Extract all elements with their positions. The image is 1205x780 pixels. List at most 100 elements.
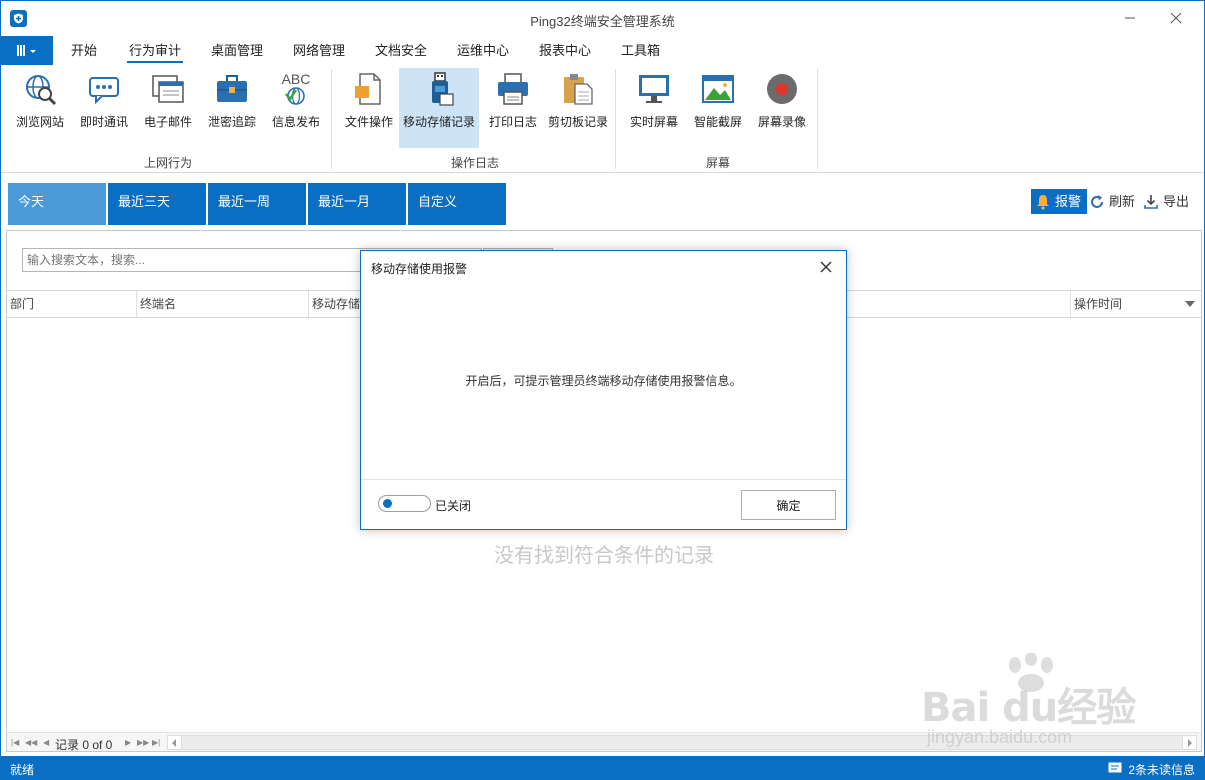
download-icon <box>1144 195 1158 209</box>
date-filter-last-3-days[interactable]: 最近三天 <box>108 183 206 225</box>
storage-alarm-dialog: 移动存储使用报警 开启后，可提示管理员终端移动存储使用报警信息。 已关闭 确定 <box>360 250 847 530</box>
watermark-url: jingyan.baidu.com <box>927 727 1073 747</box>
screen-recording-label: 屏幕录像 <box>757 115 806 129</box>
toggle-knob <box>383 499 392 508</box>
column-operation-time[interactable]: 操作时间 <box>1071 291 1201 317</box>
group-label-web-behavior: 上网行为 <box>143 156 192 170</box>
date-filter-last-month[interactable]: 最近一月 <box>308 183 406 225</box>
info-publish-label: 信息发布 <box>271 115 320 129</box>
watermark-brand: Bai du经验 <box>921 685 1136 731</box>
date-filter-custom[interactable]: 自定义 <box>408 183 506 225</box>
status-text: 就绪 <box>10 763 35 777</box>
unread-messages-label: 2条未读信息 <box>1128 763 1195 777</box>
record-count: 记录 0 of 0 <box>55 738 113 752</box>
email-label: 电子邮件 <box>143 115 192 129</box>
screen-recording-button[interactable]: 屏幕录像 <box>751 68 813 148</box>
toggle-state-label: 已关闭 <box>435 499 472 513</box>
ribbon-separator <box>615 69 616 169</box>
refresh-icon <box>1091 195 1103 208</box>
last-page-icon[interactable]: ▶| <box>152 738 160 747</box>
first-page-icon[interactable]: |◀ <box>11 738 19 747</box>
record-icon <box>767 74 797 104</box>
dialog-close-button[interactable] <box>818 259 834 275</box>
removable-storage-record-button[interactable]: 移动存储记录 <box>399 68 479 148</box>
scroll-left-icon[interactable] <box>168 736 182 749</box>
tab-report-center[interactable]: 报表中心 <box>539 36 591 65</box>
email-button[interactable]: 电子邮件 <box>137 68 199 148</box>
tab-toolbox[interactable]: 工具箱 <box>621 36 660 65</box>
group-label-operation-log: 操作日志 <box>450 156 499 170</box>
instant-messaging-label: 即时通讯 <box>79 115 128 129</box>
file-icon <box>355 73 381 105</box>
browse-website-label: 浏览网站 <box>15 115 64 129</box>
date-filter-last-week[interactable]: 最近一周 <box>208 183 306 225</box>
date-filter-today[interactable]: 今天 <box>8 183 106 225</box>
next-page-icon[interactable]: ▶ <box>125 738 131 747</box>
file-operation-label: 文件操作 <box>344 115 393 129</box>
smart-screenshot-button[interactable]: 智能截屏 <box>687 68 749 148</box>
app-window: Ping32终端安全管理系统 开始 行为审计 桌面管理 网络管理 文档安全 运维… <box>0 0 1205 780</box>
clipboard-icon <box>564 74 593 105</box>
email-window-icon <box>152 75 184 103</box>
alarm-toggle-switch[interactable] <box>378 495 431 512</box>
window-title: Ping32终端安全管理系统 <box>530 14 675 29</box>
dialog-message: 开启后，可提示管理员终端移动存储使用报警信息。 <box>465 374 742 388</box>
empty-records-message: 没有找到符合条件的记录 <box>494 545 714 567</box>
main-menu-button[interactable] <box>1 36 53 65</box>
chat-bubble-icon <box>89 77 119 105</box>
prev-group-icon[interactable]: ◀◀ <box>25 738 37 747</box>
briefcase-icon <box>217 75 247 102</box>
leak-tracking-label: 泄密追踪 <box>207 115 256 129</box>
refresh-button[interactable]: 刷新 <box>1089 189 1135 214</box>
column-department[interactable]: 部门 <box>7 291 137 317</box>
prev-page-icon[interactable]: ◀ <box>43 738 49 747</box>
menu-bar: 开始 行为审计 桌面管理 网络管理 文档安全 运维中心 报表中心 工具箱 <box>1 36 1204 65</box>
instant-messaging-button[interactable]: 即时通讯 <box>73 68 135 148</box>
column-operation-time-label: 操作时间 <box>1074 297 1123 311</box>
title-bar: Ping32终端安全管理系统 <box>1 1 1204 36</box>
column-terminal-name[interactable]: 终端名 <box>137 291 309 317</box>
tab-ops-center[interactable]: 运维中心 <box>457 36 509 65</box>
alarm-label: 报警 <box>1055 194 1082 209</box>
abc-glyph: ABC <box>281 71 311 87</box>
status-bar: 就绪 2条未读信息 <box>1 756 1204 780</box>
live-screen-label: 实时屏幕 <box>629 115 678 129</box>
file-operation-button[interactable]: 文件操作 <box>339 68 399 148</box>
clipboard-record-button[interactable]: 剪切板记录 <box>545 68 611 148</box>
alarm-button[interactable]: 报警 <box>1031 189 1088 214</box>
next-group-icon[interactable]: ▶▶ <box>137 738 149 747</box>
print-log-label: 打印日志 <box>488 115 537 129</box>
globe-search-icon <box>26 75 57 106</box>
dialog-title: 移动存储使用报警 <box>371 262 468 276</box>
tab-document-security[interactable]: 文档安全 <box>375 36 427 65</box>
sort-dropdown-icon[interactable] <box>1185 301 1195 307</box>
smart-screenshot-label: 智能截屏 <box>693 115 742 129</box>
tab-behavior-audit[interactable]: 行为审计 <box>126 36 184 65</box>
clipboard-record-label: 剪切板记录 <box>547 115 608 129</box>
tab-desktop-management[interactable]: 桌面管理 <box>211 36 263 65</box>
group-label-screen: 屏幕 <box>705 156 730 170</box>
scroll-right-icon[interactable] <box>1182 736 1196 749</box>
image-landscape-icon <box>702 75 734 103</box>
tab-network-management[interactable]: 网络管理 <box>293 36 345 65</box>
minimize-button[interactable] <box>1118 7 1142 29</box>
close-window-button[interactable] <box>1164 7 1188 29</box>
print-log-button[interactable]: 打印日志 <box>483 68 543 148</box>
export-button[interactable]: 导出 <box>1143 189 1189 214</box>
info-publish-button[interactable]: ABC 信息发布 <box>265 68 327 148</box>
baidu-watermark: Bai du经验 jingyan.baidu.com <box>921 653 1181 753</box>
confirm-button[interactable]: 确定 <box>741 490 836 520</box>
export-label: 导出 <box>1163 194 1190 209</box>
tab-start[interactable]: 开始 <box>71 36 97 65</box>
live-screen-button[interactable]: 实时屏幕 <box>623 68 685 148</box>
usb-drive-icon <box>432 72 454 106</box>
removable-storage-record-label: 移动存储记录 <box>402 115 475 129</box>
leak-tracking-button[interactable]: 泄密追踪 <box>201 68 263 148</box>
unread-messages[interactable]: 2条未读信息 <box>1108 761 1195 778</box>
monitor-icon <box>639 75 669 103</box>
ribbon-separator <box>817 69 818 169</box>
ribbon: 浏览网站 即时通讯 电子邮件 泄密追踪 ABC 信息发布 上网行为 文件操作 移… <box>1 65 1204 173</box>
browse-website-button[interactable]: 浏览网站 <box>9 68 71 148</box>
printer-icon <box>498 73 528 105</box>
refresh-label: 刷新 <box>1109 194 1136 209</box>
